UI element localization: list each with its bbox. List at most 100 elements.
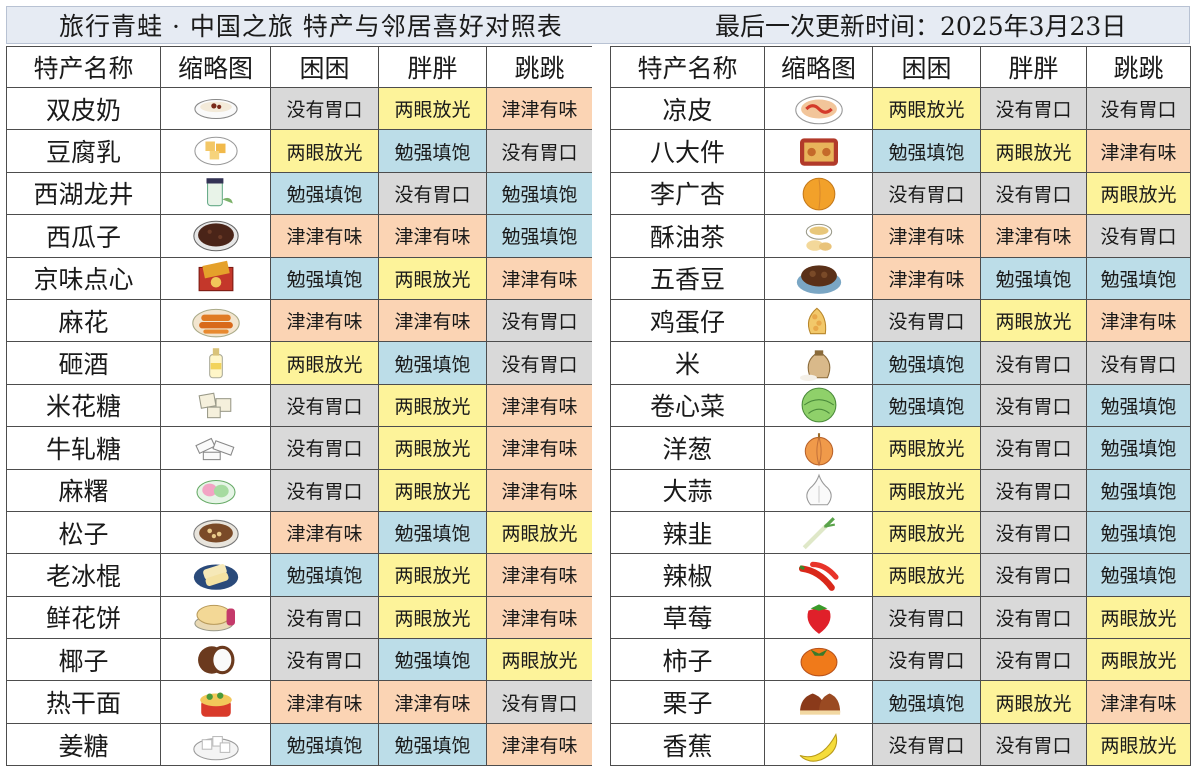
table-row: 米花糖 没有胃口 两眼放光 津津有味 bbox=[6, 383, 593, 428]
right-table-body: 凉皮 两眼放光 没有胃口 没有胃口 八大件 勉强填饱 两眼放光 津津有味 李广杏 没有胃口 没有胃口… bbox=[610, 86, 1191, 767]
thumbnail-cell bbox=[764, 256, 873, 300]
table-row: 京味点心 勉强填饱 两眼放光 津津有味 bbox=[6, 256, 593, 300]
preference-tiaotiao: 两眼放光 bbox=[1086, 171, 1191, 216]
table-row: 砸酒 两眼放光 勉强填饱 没有胃口 bbox=[6, 341, 593, 385]
preference-kunkun: 两眼放光 bbox=[872, 553, 981, 597]
preference-pangpang: 没有胃口 bbox=[980, 638, 1087, 682]
rice-candy-icon bbox=[198, 393, 231, 419]
onion-icon bbox=[804, 433, 833, 467]
column-header-thumbnail: 缩略图 bbox=[160, 46, 271, 88]
specialty-name: 草莓 bbox=[610, 595, 765, 640]
cabbage-icon bbox=[801, 388, 836, 423]
column-header-kunkun: 困困 bbox=[270, 46, 379, 88]
thumbnail-cell bbox=[764, 680, 873, 724]
specialty-name: 米 bbox=[610, 341, 765, 385]
thumbnail-cell bbox=[764, 341, 873, 385]
thumbnail-cell bbox=[160, 298, 271, 343]
preference-pangpang: 没有胃口 bbox=[980, 426, 1087, 470]
preference-kunkun: 两眼放光 bbox=[872, 426, 981, 470]
preference-pangpang: 两眼放光 bbox=[980, 680, 1087, 724]
preference-pangpang: 勉强填饱 bbox=[378, 510, 487, 555]
table-row: 双皮奶 没有胃口 两眼放光 津津有味 bbox=[6, 86, 593, 131]
table-row: 凉皮 两眼放光 没有胃口 没有胃口 bbox=[610, 86, 1191, 131]
thumbnail-cell bbox=[160, 256, 271, 300]
preference-tiaotiao: 没有胃口 bbox=[1086, 86, 1191, 131]
preference-kunkun: 津津有味 bbox=[270, 214, 379, 258]
thumbnail-cell bbox=[160, 171, 271, 216]
specialty-name: 热干面 bbox=[6, 680, 161, 724]
specialty-name: 西湖龙井 bbox=[6, 171, 161, 216]
table-row: 鸡蛋仔 没有胃口 两眼放光 津津有味 bbox=[610, 298, 1191, 343]
preference-tiaotiao: 没有胃口 bbox=[486, 129, 593, 173]
specialty-name: 牛轧糖 bbox=[6, 426, 161, 470]
thumbnail-cell bbox=[160, 214, 271, 258]
column-header-name: 特产名称 bbox=[6, 46, 161, 88]
specialty-name: 麻糬 bbox=[6, 468, 161, 512]
table-row: 鲜花饼 没有胃口 两眼放光 津津有味 bbox=[6, 595, 593, 640]
hot-dry-noodles-icon bbox=[199, 692, 232, 717]
table-row: 豆腐乳 两眼放光 勉强填饱 没有胃口 bbox=[6, 129, 593, 173]
preference-pangpang: 没有胃口 bbox=[980, 595, 1087, 640]
preference-tiaotiao: 勉强填饱 bbox=[1086, 553, 1191, 597]
thumbnail-cell bbox=[764, 468, 873, 512]
specialty-name: 双皮奶 bbox=[6, 86, 161, 131]
preference-kunkun: 两眼放光 bbox=[270, 129, 379, 173]
preference-tiaotiao: 津津有味 bbox=[486, 595, 593, 640]
fermented-tofu-icon bbox=[193, 136, 238, 166]
thumbnail-cell bbox=[764, 595, 873, 640]
thumbnail-cell bbox=[764, 510, 873, 555]
preference-tiaotiao: 勉强填饱 bbox=[1086, 383, 1191, 428]
table-row: 老冰棍 勉强填饱 两眼放光 津津有味 bbox=[6, 553, 593, 597]
preference-pangpang: 没有胃口 bbox=[980, 171, 1087, 216]
specialty-name: 栗子 bbox=[610, 680, 765, 724]
preference-tiaotiao: 勉强填饱 bbox=[1086, 426, 1191, 470]
persimmon-icon bbox=[800, 647, 837, 677]
preference-pangpang: 没有胃口 bbox=[980, 510, 1087, 555]
preference-tiaotiao: 津津有味 bbox=[1086, 129, 1191, 173]
rice-wine-icon bbox=[208, 348, 223, 379]
thumbnail-cell bbox=[764, 553, 873, 597]
preference-tiaotiao: 津津有味 bbox=[486, 86, 593, 131]
preference-tiaotiao: 津津有味 bbox=[1086, 680, 1191, 724]
specialty-name: 姜糖 bbox=[6, 722, 161, 767]
table-header-row: 特产名称 缩略图 困困 胖胖 跳跳 bbox=[6, 46, 593, 88]
preference-kunkun: 两眼放光 bbox=[872, 510, 981, 555]
beijing-pastry-icon bbox=[198, 260, 233, 292]
preference-tiaotiao: 没有胃口 bbox=[486, 680, 593, 724]
table-row: 热干面 津津有味 津津有味 没有胃口 bbox=[6, 680, 593, 724]
specialty-name: 豆腐乳 bbox=[6, 129, 161, 173]
specialty-name: 大蒜 bbox=[610, 468, 765, 512]
specialty-name: 麻花 bbox=[6, 298, 161, 343]
thumbnail-cell bbox=[160, 468, 271, 512]
specialty-name: 八大件 bbox=[610, 129, 765, 173]
thumbnail-cell bbox=[160, 722, 271, 767]
preference-tiaotiao: 没有胃口 bbox=[1086, 341, 1191, 385]
preference-kunkun: 津津有味 bbox=[872, 256, 981, 300]
specialty-name: 椰子 bbox=[6, 638, 161, 682]
preference-kunkun: 勉强填饱 bbox=[872, 341, 981, 385]
table-divider bbox=[592, 46, 610, 766]
table-row: 酥油茶 津津有味 津津有味 没有胃口 bbox=[610, 214, 1191, 258]
longjing-tea-icon bbox=[206, 178, 233, 207]
preference-tiaotiao: 两眼放光 bbox=[1086, 722, 1191, 767]
column-header-pangpang: 胖胖 bbox=[378, 46, 487, 88]
title-bar: 旅行青蛙 · 中国之旅 特产与邻居喜好对照表 最后一次更新时间：2025年3月2… bbox=[6, 6, 1190, 44]
thumbnail-cell bbox=[764, 383, 873, 428]
apricot-icon bbox=[802, 178, 835, 211]
double-skin-milk-icon bbox=[193, 98, 238, 119]
left-table: 特产名称 缩略图 困困 胖胖 跳跳 双皮奶 没有胃口 两眼放光 津津有味 豆腐乳 两眼放光… bbox=[6, 46, 593, 767]
table-row: 洋葱 两眼放光 没有胃口 勉强填饱 bbox=[610, 426, 1191, 470]
preference-pangpang: 没有胃口 bbox=[980, 468, 1087, 512]
preference-tiaotiao: 津津有味 bbox=[486, 383, 593, 428]
preference-kunkun: 没有胃口 bbox=[872, 298, 981, 343]
chili-pepper-icon bbox=[798, 561, 839, 591]
preference-pangpang: 两眼放光 bbox=[378, 595, 487, 640]
table-row: 西瓜子 津津有味 津津有味 勉强填饱 bbox=[6, 214, 593, 258]
preference-tiaotiao: 没有胃口 bbox=[1086, 214, 1191, 258]
thumbnail-cell bbox=[764, 214, 873, 258]
eight-pastries-icon bbox=[799, 138, 838, 166]
preference-kunkun: 勉强填饱 bbox=[270, 171, 379, 216]
preference-tiaotiao: 勉强填饱 bbox=[1086, 468, 1191, 512]
thumbnail-cell bbox=[764, 129, 873, 173]
strawberry-icon bbox=[807, 604, 830, 635]
